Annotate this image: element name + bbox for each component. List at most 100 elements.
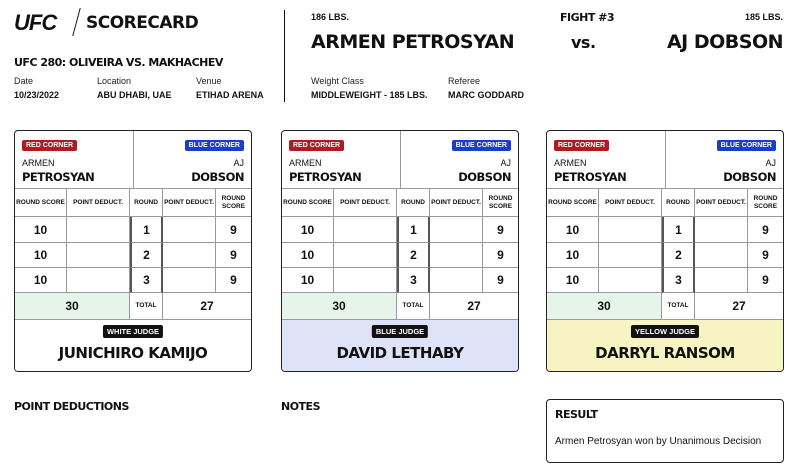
blue-first-name: AJ xyxy=(765,158,776,168)
red-round-score-header: ROUND SCORE xyxy=(547,189,599,217)
round-number: 3 xyxy=(130,268,163,293)
round-number: 1 xyxy=(130,217,163,243)
red-first-name: ARMEN xyxy=(289,158,322,168)
red-first-name: ARMEN xyxy=(554,158,587,168)
judge-type-badge: WHITE JUDGE xyxy=(102,325,164,338)
blue-point-deduct-header: POINT DEDUCT. xyxy=(163,189,216,217)
red-point-deduct xyxy=(67,243,130,268)
red-point-deduct xyxy=(599,243,662,268)
judge-name: DAVID LETHABY xyxy=(336,344,464,362)
judge-type-badge: BLUE JUDGE xyxy=(371,325,429,338)
round-number: 2 xyxy=(662,243,695,268)
total-label: TOTAL xyxy=(397,293,430,320)
red-point-deduct-header: POINT DEDUCT. xyxy=(67,189,130,217)
venue-value: ETIHAD ARENA xyxy=(196,90,264,100)
blue-round-score: 9 xyxy=(483,268,518,293)
corner-divider xyxy=(133,131,134,189)
result-text: Armen Petrosyan won by Unanimous Decisio… xyxy=(555,436,762,447)
event-name: UFC 280: OLIVEIRA VS. MAKHACHEV xyxy=(14,56,223,69)
blue-total: 27 xyxy=(430,293,518,320)
vs-text: vs. xyxy=(571,33,596,52)
ufc-logo: UFC xyxy=(14,10,57,35)
blue-point-deduct xyxy=(430,268,483,293)
judge-scorecard: RED CORNER BLUE CORNER ARMEN PETROSYAN AJ DOB… xyxy=(14,130,252,372)
judge-type-badge: YELLOW JUDGE xyxy=(630,325,700,338)
judge-name: DARRYL RANSOM xyxy=(595,344,735,362)
judge-name: JUNICHIRO KAMIJO xyxy=(58,344,208,362)
total-label: TOTAL xyxy=(130,293,163,320)
red-fighter-weight: 186 LBS. xyxy=(311,12,350,22)
red-point-deduct xyxy=(599,268,662,293)
red-total: 30 xyxy=(547,293,662,320)
logo-divider xyxy=(72,8,81,36)
blue-point-deduct xyxy=(430,217,483,243)
scorecard-title: SCORECARD xyxy=(86,13,199,33)
corner-divider xyxy=(400,131,401,189)
red-point-deduct xyxy=(334,243,397,268)
red-round-score: 10 xyxy=(282,217,334,243)
red-round-score-header: ROUND SCORE xyxy=(15,189,67,217)
location-value: ABU DHABI, UAE xyxy=(97,90,172,100)
blue-round-score: 9 xyxy=(748,268,783,293)
referee-value: MARC GODDARD xyxy=(448,90,524,100)
round-number: 1 xyxy=(397,217,430,243)
venue-label: Venue xyxy=(196,76,222,86)
notes-heading: NOTES xyxy=(281,400,321,413)
red-point-deduct xyxy=(67,268,130,293)
round-number: 3 xyxy=(397,268,430,293)
red-last-name: PETROSYAN xyxy=(554,170,627,184)
red-point-deduct xyxy=(334,217,397,243)
blue-point-deduct xyxy=(163,243,216,268)
weight-class-label: Weight Class xyxy=(311,76,364,86)
blue-point-deduct xyxy=(695,217,748,243)
blue-point-deduct-header: POINT DEDUCT. xyxy=(430,189,483,217)
date-label: Date xyxy=(14,76,34,86)
red-point-deduct xyxy=(599,217,662,243)
blue-corner-badge: BLUE CORNER xyxy=(451,140,511,151)
blue-round-score-header: ROUND SCORE xyxy=(483,189,518,217)
blue-point-deduct-header: POINT DEDUCT. xyxy=(695,189,748,217)
date-value: 10/23/2022 xyxy=(14,90,60,100)
red-corner-badge: RED CORNER xyxy=(554,140,610,151)
red-round-score: 10 xyxy=(15,268,67,293)
red-round-score: 10 xyxy=(15,243,67,268)
red-point-deduct xyxy=(334,268,397,293)
round-header: ROUND xyxy=(662,189,695,217)
blue-total: 27 xyxy=(163,293,251,320)
round-header: ROUND xyxy=(130,189,163,217)
red-round-score: 10 xyxy=(547,217,599,243)
blue-last-name: DOBSON xyxy=(458,170,511,184)
red-round-score: 10 xyxy=(15,217,67,243)
result-box: RESULT Armen Petrosyan won by Unanimous … xyxy=(546,399,784,463)
blue-last-name: DOBSON xyxy=(723,170,776,184)
red-point-deduct-header: POINT DEDUCT. xyxy=(334,189,397,217)
location-label: Location xyxy=(97,76,132,86)
blue-corner-badge: BLUE CORNER xyxy=(716,140,776,151)
blue-round-score: 9 xyxy=(748,217,783,243)
red-fighter-name: ARMEN PETROSYAN xyxy=(311,31,515,53)
fight-number: FIGHT #3 xyxy=(560,11,615,24)
blue-first-name: AJ xyxy=(500,158,511,168)
round-number: 3 xyxy=(662,268,695,293)
total-label: TOTAL xyxy=(662,293,695,320)
blue-round-score: 9 xyxy=(483,217,518,243)
blue-round-score-header: ROUND SCORE xyxy=(216,189,251,217)
blue-round-score: 9 xyxy=(748,243,783,268)
blue-point-deduct xyxy=(163,268,216,293)
red-last-name: PETROSYAN xyxy=(22,170,95,184)
blue-fighter-weight: 185 LBS. xyxy=(744,12,783,22)
result-heading: RESULT xyxy=(555,408,598,421)
weight-class-value: MIDDLEWEIGHT - 185 LBS. xyxy=(311,90,428,100)
blue-last-name: DOBSON xyxy=(191,170,244,184)
blue-round-score: 9 xyxy=(483,243,518,268)
judge-scorecard: RED CORNER BLUE CORNER ARMEN PETROSYAN AJ DOB… xyxy=(546,130,784,372)
red-point-deduct-header: POINT DEDUCT. xyxy=(599,189,662,217)
corner-divider xyxy=(665,131,666,189)
blue-corner-badge: BLUE CORNER xyxy=(184,140,244,151)
red-round-score: 10 xyxy=(547,243,599,268)
blue-round-score: 9 xyxy=(216,243,251,268)
red-round-score: 10 xyxy=(547,268,599,293)
blue-point-deduct xyxy=(695,243,748,268)
round-number: 1 xyxy=(662,217,695,243)
red-total: 30 xyxy=(15,293,130,320)
